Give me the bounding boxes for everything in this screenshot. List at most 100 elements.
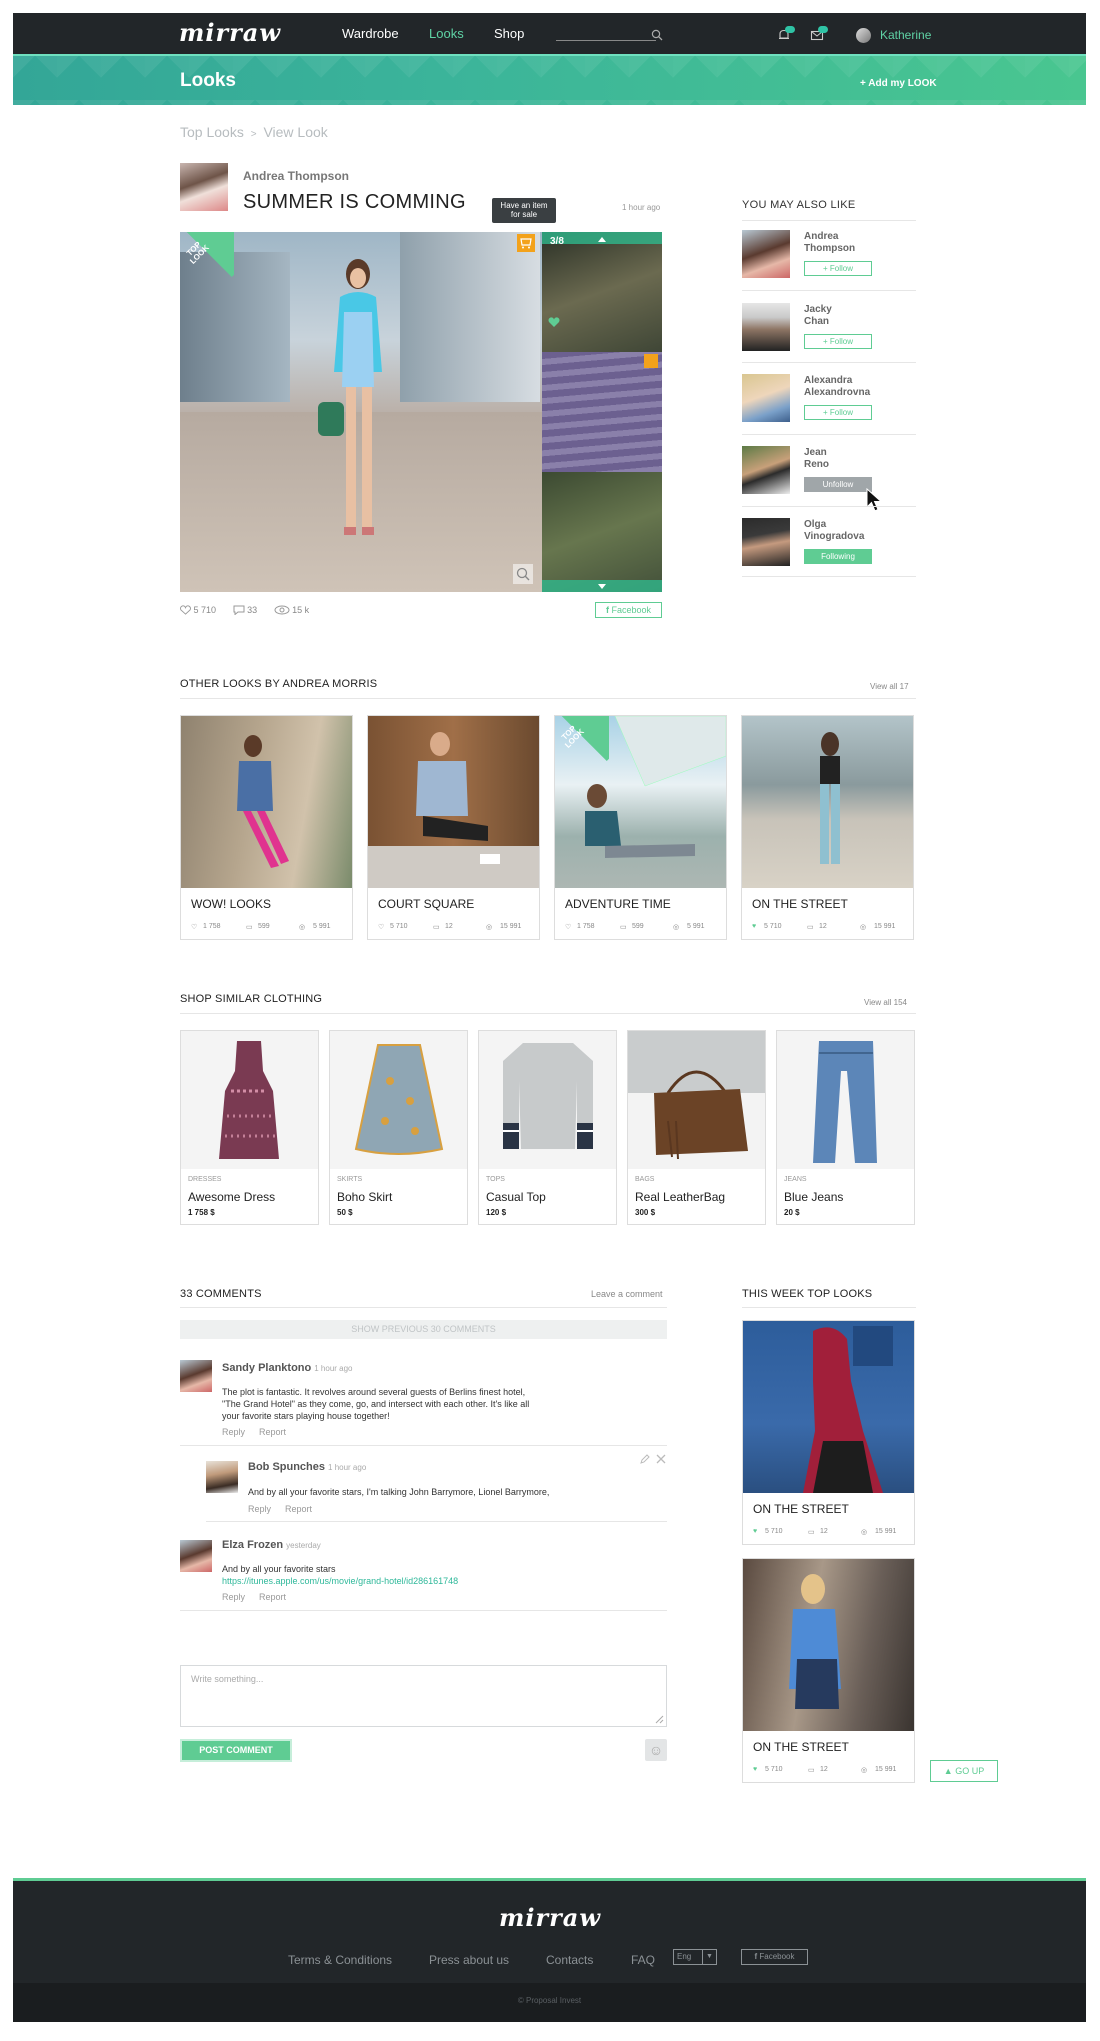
search-input[interactable] [556,40,656,41]
post-comment-button[interactable]: POST COMMENT [180,1739,292,1762]
user-name-link[interactable]: Katherine [880,28,931,42]
look-name[interactable]: COURT SQUARE [378,897,474,911]
reply-link[interactable]: Reply [222,1427,245,1437]
nav-looks[interactable]: Looks [429,26,464,41]
person-avatar[interactable] [742,518,790,566]
language-select[interactable]: Eng ▼ [673,1949,717,1965]
user-avatar[interactable] [856,28,871,43]
product-image[interactable] [777,1031,914,1169]
product-image[interactable] [330,1031,467,1169]
heart-icon[interactable] [180,605,191,615]
look-name[interactable]: WOW! LOOKS [191,897,271,911]
footer-link-press[interactable]: Press about us [429,1953,509,1967]
product-image[interactable] [181,1031,318,1169]
thumbnail-skirt-purple[interactable] [542,352,662,472]
main-look-photo[interactable]: TOP LOOK [180,232,542,592]
commenter-name[interactable]: Bob Spunches 1 hour ago [248,1461,366,1473]
person-name[interactable]: Jacky Chan [804,304,904,328]
report-link[interactable]: Report [285,1504,312,1514]
person-name[interactable]: Andrea Thompson [804,231,904,255]
add-my-look-button[interactable]: + Add my LOOK [860,78,937,89]
commenter-avatar[interactable] [180,1360,212,1392]
leave-comment-link[interactable]: Leave a comment [591,1289,663,1299]
following-button[interactable]: Following [804,549,872,564]
follow-button[interactable]: + Follow [804,405,872,420]
commenter-avatar[interactable] [206,1461,238,1493]
product-name[interactable]: Awesome Dress [188,1190,275,1204]
edit-icon[interactable] [640,1454,650,1464]
comment-icon[interactable]: ▭ [807,923,814,931]
look-card[interactable]: COURT SQUARE ♡ 5 710 ▭ 12 ◎ 15 991 [367,715,540,940]
product-card[interactable]: SKIRTS Boho Skirt 50 $ [329,1030,468,1225]
product-name[interactable]: Boho Skirt [337,1190,392,1204]
heart-icon[interactable]: ♡ [191,923,197,931]
comment-icon[interactable]: ▭ [620,923,627,931]
look-image[interactable] [742,716,913,888]
author-name[interactable]: Andrea Thompson [243,169,349,183]
product-image[interactable] [628,1031,765,1169]
comment-icon[interactable]: ▭ [246,923,253,931]
report-link[interactable]: Report [259,1427,286,1437]
commenter-avatar[interactable] [180,1540,212,1572]
footer-logo[interactable]: mirraw [475,1903,625,1932]
person-avatar[interactable] [742,374,790,422]
look-card[interactable]: WOW! LOOKS ♡ 1 758 ▭ 599 ◎ 5 991 [180,715,353,940]
follow-button[interactable]: + Follow [804,334,872,349]
footer-link-faq[interactable]: FAQ [631,1953,655,1967]
look-name[interactable]: ADVENTURE TIME [565,897,671,911]
product-name[interactable]: Blue Jeans [784,1190,843,1204]
reply-link[interactable]: Reply [248,1504,271,1514]
search-icon[interactable] [651,29,663,41]
footer-facebook-link[interactable]: f Facebook [741,1949,808,1965]
look-name[interactable]: ON THE STREET [753,1740,849,1754]
person-avatar[interactable] [742,446,790,494]
comment-link[interactable]: https://itunes.apple.com/us/movie/grand-… [222,1575,458,1587]
look-name[interactable]: ON THE STREET [752,897,848,911]
heart-icon[interactable]: ♡ [565,923,571,931]
nav-shop[interactable]: Shop [494,26,524,41]
footer-link-contacts[interactable]: Contacts [546,1953,593,1967]
product-card[interactable]: DRESSES Awesome Dress 1 758 $ [180,1030,319,1225]
reply-link[interactable]: Reply [222,1592,245,1602]
view-all-looks-link[interactable]: View all 17 [870,682,909,691]
thumbnail-shirt-green[interactable] [542,472,662,592]
look-image[interactable] [181,716,352,888]
emoji-icon[interactable]: ☺ [645,1739,667,1761]
person-avatar[interactable] [742,303,790,351]
look-image[interactable] [368,716,539,888]
look-name[interactable]: ON THE STREET [753,1502,849,1516]
heart-liked-icon[interactable]: ♥ [753,1528,757,1535]
heart-icon[interactable]: ♡ [378,923,384,931]
heart-liked-icon[interactable]: ♥ [753,1766,757,1773]
product-name[interactable]: Real LeatherBag [635,1190,725,1204]
person-name[interactable]: Olga Vinogradova [804,519,904,543]
resize-handle-icon[interactable] [654,1714,664,1724]
facebook-share-button[interactable]: f Facebook [595,602,662,618]
heart-liked-icon[interactable]: ♥ [752,923,756,930]
follow-button[interactable]: + Follow [804,261,872,276]
commenter-name[interactable]: Sandy Planktono 1 hour ago [222,1362,353,1374]
cart-icon[interactable] [644,354,658,368]
go-up-button[interactable]: ▲ GO UP [930,1760,998,1782]
unfollow-button[interactable]: Unfollow [804,477,872,492]
comment-icon[interactable]: ▭ [808,1528,815,1536]
site-logo[interactable]: mirraw [179,18,281,47]
view-all-products-link[interactable]: View all 154 [864,998,907,1007]
nav-wardrobe[interactable]: Wardrobe [342,26,399,41]
product-card[interactable]: JEANS Blue Jeans 20 $ [776,1030,915,1225]
product-card[interactable]: TOPS Casual Top 120 $ [478,1030,617,1225]
look-image[interactable] [743,1559,914,1731]
top-look-card[interactable]: ON THE STREET ♥ 5 710 ▭ 12 ◎ 15 991 [742,1320,915,1545]
close-icon[interactable] [656,1454,666,1464]
cart-icon[interactable] [517,234,535,252]
heart-liked-icon[interactable] [548,316,560,328]
person-name[interactable]: Jean Reno [804,447,904,471]
thumbnail-shirt-brown[interactable] [542,232,662,352]
zoom-icon[interactable] [513,564,533,584]
report-link[interactable]: Report [259,1592,286,1602]
comment-icon[interactable] [233,605,245,616]
look-card[interactable]: TOP LOOK ADVENTURE TIME ♡ 1 758 ▭ 599 ◎ 5 9… [554,715,727,940]
top-look-card[interactable]: ON THE STREET ♥ 5 710 ▭ 12 ◎ 15 991 [742,1558,915,1783]
comment-textarea[interactable]: Write something... [180,1665,667,1727]
show-previous-comments-button[interactable]: SHOW PREVIOUS 30 COMMENTS [180,1320,667,1339]
